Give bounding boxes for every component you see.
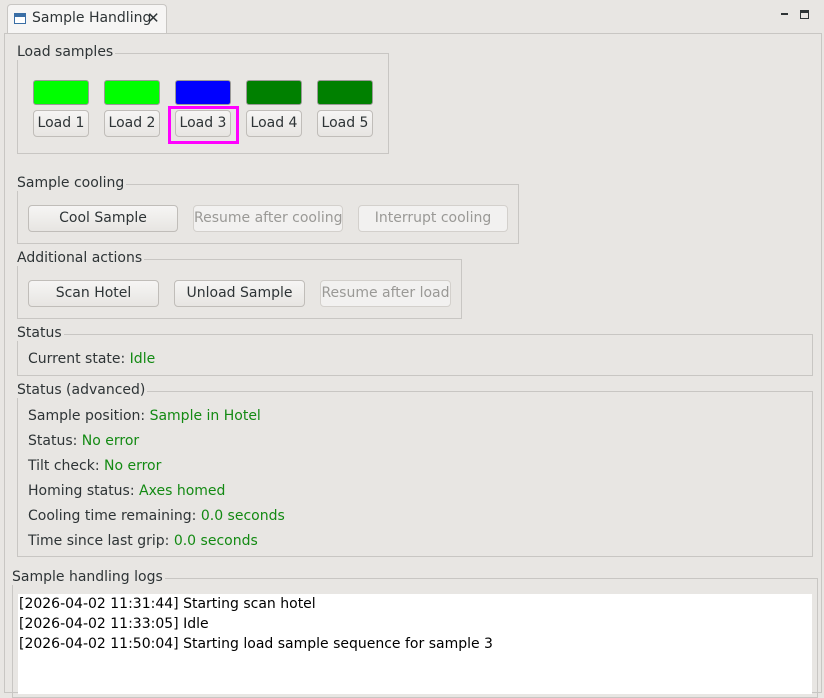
interrupt-cooling-button[interactable]: Interrupt cooling	[358, 205, 508, 232]
minimize-icon[interactable]	[778, 8, 792, 22]
last-grip-value: 0.0 seconds	[173, 533, 258, 549]
current-state-label: Current state:	[28, 351, 126, 367]
scan-hotel-button[interactable]: Scan Hotel	[28, 280, 159, 307]
homing-status-label: Homing status:	[28, 483, 135, 499]
error-status-row: Status: No error	[28, 433, 139, 449]
load-5-button[interactable]: Load 5	[317, 110, 373, 137]
sample-position-value: Sample in Hotel	[149, 408, 261, 424]
tilt-check-row: Tilt check: No error	[28, 458, 161, 474]
sample-5-status-swatch	[317, 80, 373, 105]
homing-status-value: Axes homed	[139, 483, 226, 499]
load-2-button[interactable]: Load 2	[104, 110, 160, 137]
log-line: [2026-04-02 11:33:05] Idle	[19, 616, 209, 632]
last-grip-row: Time since last grip: 0.0 seconds	[28, 533, 258, 549]
sample-3-status-swatch	[175, 80, 231, 105]
sample-cooling-title: Sample cooling	[17, 175, 127, 191]
cooling-time-row: Cooling time remaining: 0.0 seconds	[28, 508, 285, 524]
sample-1-status-swatch	[33, 80, 89, 105]
resume-after-load-button[interactable]: Resume after load	[320, 280, 451, 307]
maximize-icon[interactable]	[798, 8, 812, 22]
unload-sample-button[interactable]: Unload Sample	[174, 280, 305, 307]
logs-title: Sample handling logs	[12, 569, 165, 585]
error-status-label: Status:	[28, 433, 78, 449]
sample-position-label: Sample position:	[28, 408, 146, 424]
sample-4-status-swatch	[246, 80, 302, 105]
view-tab-sample-handling[interactable]: Sample Handling ✕	[7, 4, 167, 34]
current-state-value: Idle	[129, 351, 156, 367]
tilt-check-label: Tilt check:	[28, 458, 100, 474]
status-advanced-title: Status (advanced)	[17, 382, 148, 398]
logs-text-area[interactable]: [2026-04-02 11:31:44] Starting scan hote…	[18, 594, 812, 694]
cool-sample-button[interactable]: Cool Sample	[28, 205, 178, 232]
last-grip-label: Time since last grip:	[28, 533, 170, 549]
sample-position-row: Sample position: Sample in Hotel	[28, 408, 261, 424]
selected-load-highlight	[168, 106, 239, 144]
additional-actions-title: Additional actions	[17, 250, 145, 266]
homing-status-row: Homing status: Axes homed	[28, 483, 225, 499]
log-line: [2026-04-02 11:31:44] Starting scan hote…	[19, 596, 316, 612]
load-1-button[interactable]: Load 1	[33, 110, 89, 137]
cooling-time-value: 0.0 seconds	[200, 508, 285, 524]
log-line: [2026-04-02 11:50:04] Starting load samp…	[19, 636, 493, 652]
tilt-check-value: No error	[104, 458, 162, 474]
close-icon[interactable]: ✕	[147, 9, 160, 27]
window-icon	[14, 13, 26, 24]
load-samples-title: Load samples	[17, 44, 116, 60]
current-state-row: Current state: Idle	[28, 351, 155, 367]
load-4-button[interactable]: Load 4	[246, 110, 302, 137]
view-tab-title: Sample Handling	[32, 10, 152, 26]
resume-after-cooling-button[interactable]: Resume after cooling	[193, 205, 343, 232]
error-status-value: No error	[81, 433, 140, 449]
sample-2-status-swatch	[104, 80, 160, 105]
view-tab-bar: Sample Handling ✕	[0, 0, 824, 34]
cooling-time-label: Cooling time remaining:	[28, 508, 197, 524]
status-title: Status	[17, 325, 64, 341]
